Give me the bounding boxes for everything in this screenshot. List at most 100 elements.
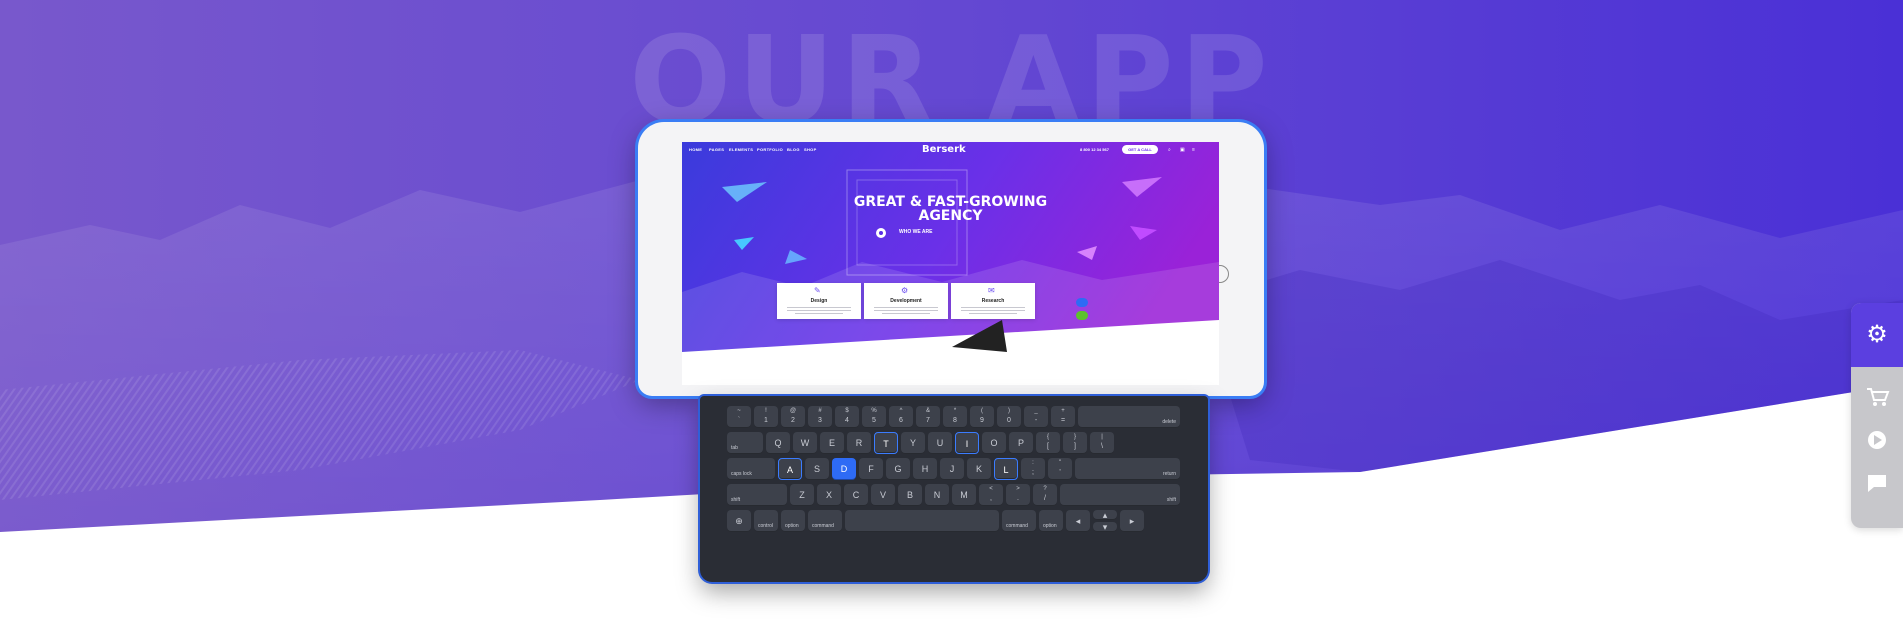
cart-icon[interactable]	[1851, 386, 1903, 408]
site-phone: 8 800 12 34 567	[1080, 147, 1109, 152]
key-c[interactable]: C	[844, 484, 868, 506]
key-return[interactable]: return	[1075, 458, 1180, 480]
gear-icon[interactable]: ⚙	[1851, 320, 1903, 349]
arrow-down-key-icon[interactable]: ▾	[1093, 522, 1117, 532]
key-slash[interactable]: ? /	[1033, 484, 1057, 506]
key-h[interactable]: H	[913, 458, 937, 480]
play-icon[interactable]	[1851, 429, 1903, 451]
chat-badge-icon[interactable]	[1076, 298, 1088, 307]
key-option-right[interactable]: option	[1039, 510, 1063, 532]
arrow-left-key-icon[interactable]: ◂	[1066, 510, 1090, 532]
key-q[interactable]: Q	[766, 432, 790, 454]
site-nav-elements[interactable]: ELEMENTS	[729, 147, 753, 152]
key-3[interactable]: #3	[808, 406, 832, 428]
get-a-call-button[interactable]: GET A CALL	[1122, 145, 1158, 154]
key-command-left[interactable]: command	[808, 510, 842, 532]
key-a[interactable]: A	[778, 458, 802, 480]
key-2[interactable]: @2	[781, 406, 805, 428]
key-period[interactable]: >.	[1006, 484, 1030, 506]
key-l[interactable]: L	[994, 458, 1018, 480]
key-7[interactable]: & 7	[916, 406, 940, 428]
key-bracket-right[interactable]: }]	[1063, 432, 1087, 454]
key-control[interactable]: control	[754, 510, 778, 532]
card-text-line	[874, 307, 938, 308]
card-text-line	[961, 310, 1025, 311]
site-nav-pages[interactable]: PAGES	[709, 147, 724, 152]
key-v[interactable]: V	[871, 484, 895, 506]
support-badge-icon[interactable]	[1076, 311, 1088, 320]
key-p[interactable]: P	[1009, 432, 1033, 454]
key-semicolon[interactable]: :;	[1021, 458, 1045, 480]
site-nav-home[interactable]: HOME	[689, 147, 702, 152]
key-n[interactable]: N	[925, 484, 949, 506]
key-e[interactable]: E	[820, 432, 844, 454]
get-a-call-label: GET A CALL	[1128, 147, 1152, 152]
key-x[interactable]: X	[817, 484, 841, 506]
service-card-development[interactable]: ⚙ Development	[864, 283, 948, 319]
smart-keyboard: ~ ` ! 1 @2 #3 $4 % 5 ^ 6 & 7 * 8 (9 ) 0 _ - + = d…	[700, 396, 1208, 582]
key-j[interactable]: J	[940, 458, 964, 480]
key-option-left[interactable]: option	[781, 510, 805, 532]
site-nav-blog[interactable]: BLOG	[787, 147, 800, 152]
arrow-up-key-icon[interactable]: ▴	[1093, 510, 1117, 520]
globe-key-icon[interactable]: ⊕	[727, 510, 751, 532]
key-quote[interactable]: " '	[1048, 458, 1072, 480]
key-m[interactable]: M	[952, 484, 976, 506]
chat-icon[interactable]	[1851, 472, 1903, 494]
site-nav-shop[interactable]: SHOP	[804, 147, 817, 152]
key-equals[interactable]: + =	[1051, 406, 1075, 428]
key-tab[interactable]: tab	[727, 432, 763, 454]
service-card-research[interactable]: ✉ Research	[951, 283, 1035, 319]
who-we-are-label: WHO WE ARE	[899, 229, 933, 235]
key-comma[interactable]: <,	[979, 484, 1003, 506]
card-text-line	[961, 307, 1025, 308]
card-text-line	[969, 313, 1017, 314]
key-d[interactable]: D	[832, 458, 856, 480]
key-i[interactable]: I	[955, 432, 979, 454]
key-backslash[interactable]: | \	[1090, 432, 1114, 454]
research-icon: ✉	[988, 286, 995, 295]
key-shift-right[interactable]: shift	[1060, 484, 1180, 506]
key-command-right[interactable]: command	[1002, 510, 1036, 532]
site-headline: GREAT & FAST-GROWING AGENCY	[782, 195, 1119, 223]
key-6[interactable]: ^ 6	[889, 406, 913, 428]
key-s[interactable]: S	[805, 458, 829, 480]
key-b[interactable]: B	[898, 484, 922, 506]
ipad-mockup: HOME PAGES ELEMENTS PORTFOLIO BLOG SHOP …	[638, 122, 1264, 396]
site-nav-portfolio[interactable]: PORTFOLIO	[757, 147, 783, 152]
site-navbar: HOME PAGES ELEMENTS PORTFOLIO BLOG SHOP …	[682, 142, 1219, 158]
key-5[interactable]: % 5	[862, 406, 886, 428]
card-text-line	[874, 310, 938, 311]
key-space[interactable]	[845, 510, 999, 532]
key-1[interactable]: ! 1	[754, 406, 778, 428]
key-minus[interactable]: _ -	[1024, 406, 1048, 428]
key-r[interactable]: R	[847, 432, 871, 454]
key-4[interactable]: $4	[835, 406, 859, 428]
key-u[interactable]: U	[928, 432, 952, 454]
key-t[interactable]: T	[874, 432, 898, 454]
key-delete[interactable]: delete	[1078, 406, 1180, 428]
play-video-button[interactable]	[876, 228, 886, 238]
key-9[interactable]: (9	[970, 406, 994, 428]
key-caps-lock[interactable]: caps lock	[727, 458, 775, 480]
key-k[interactable]: K	[967, 458, 991, 480]
key-w[interactable]: W	[793, 432, 817, 454]
key-bracket-left[interactable]: {[	[1036, 432, 1060, 454]
key-8[interactable]: * 8	[943, 406, 967, 428]
arrow-right-key-icon[interactable]: ▸	[1120, 510, 1144, 532]
service-card-design[interactable]: ✎ Design	[777, 283, 861, 319]
key-backtick[interactable]: ~ `	[727, 406, 751, 428]
side-toolbar-settings[interactable]: ⚙	[1851, 303, 1903, 367]
ipad-screen: HOME PAGES ELEMENTS PORTFOLIO BLOG SHOP …	[682, 142, 1219, 385]
key-y[interactable]: Y	[901, 432, 925, 454]
cart-icon[interactable]: ▣	[1180, 147, 1185, 153]
key-z[interactable]: Z	[790, 484, 814, 506]
search-icon[interactable]: ⌕	[1168, 147, 1171, 153]
key-f[interactable]: F	[859, 458, 883, 480]
key-o[interactable]: O	[982, 432, 1006, 454]
key-0[interactable]: ) 0	[997, 406, 1021, 428]
menu-icon[interactable]: ≡	[1192, 147, 1195, 153]
site-logo[interactable]: Berserk	[922, 144, 966, 155]
key-shift-left[interactable]: shift	[727, 484, 787, 506]
key-g[interactable]: G	[886, 458, 910, 480]
